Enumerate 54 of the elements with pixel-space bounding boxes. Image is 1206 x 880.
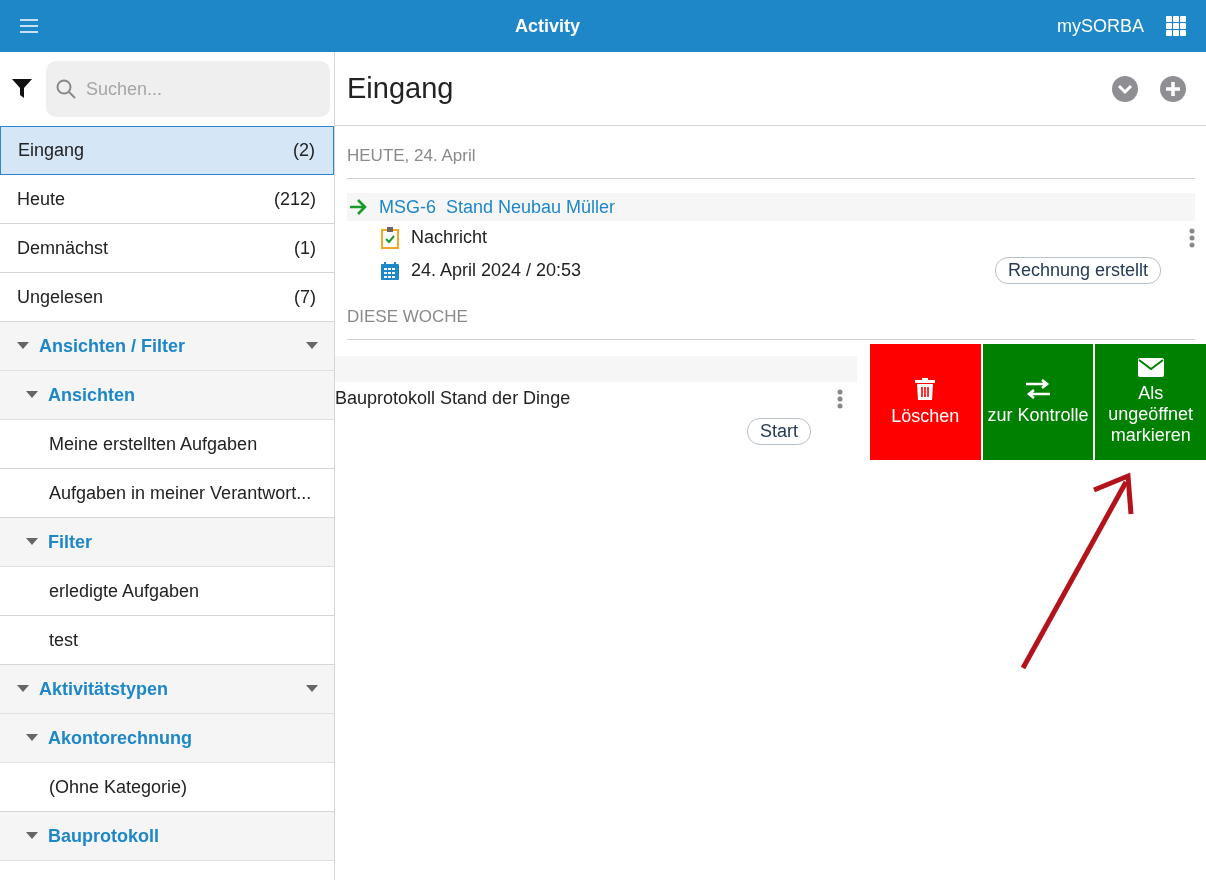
tree-group-header[interactable]: Akontorechnung — [0, 714, 334, 763]
calendar-icon — [381, 261, 399, 280]
caret-icon — [306, 685, 318, 693]
nav-label: Demnächst — [17, 237, 109, 259]
status-tag[interactable]: Rechnung erstellt — [994, 257, 1161, 284]
nav-count: (1) — [294, 237, 316, 259]
section-heading: DIESE WOCHE — [347, 287, 1195, 340]
swipe-action-button[interactable]: Als ungeöffnet markieren — [1095, 344, 1206, 460]
more-icon[interactable] — [837, 388, 843, 409]
section-heading: HEUTE, 24. April — [347, 126, 1195, 179]
chevron-down-icon[interactable] — [1112, 75, 1138, 102]
caret-icon — [26, 391, 38, 399]
tree-group-header[interactable]: Aktivitätstypen — [0, 665, 334, 714]
caret-icon — [26, 832, 38, 840]
app-title: Activity — [513, 15, 581, 37]
task-date: 24. April 2024 / 20:53 — [411, 260, 583, 281]
caret-icon — [306, 342, 318, 350]
tree-group-header[interactable]: Bauprotokoll — [0, 812, 334, 861]
search-field[interactable]: Suchen... — [46, 61, 330, 117]
nav-label: Ungelesen — [17, 286, 104, 308]
tree-group-header[interactable]: Ansichten / Filter — [0, 322, 334, 371]
menu-icon[interactable] — [20, 19, 38, 33]
filter-icon[interactable] — [12, 79, 32, 99]
clipboard-check-icon — [381, 226, 399, 249]
nav-label: Eingang — [18, 140, 85, 161]
task-type: Nachricht — [411, 227, 489, 248]
nav-item[interactable]: Eingang (2) — [0, 126, 334, 175]
start-tag[interactable]: Start — [747, 418, 811, 445]
swipe-action-button[interactable]: zur Kontrolle — [982, 344, 1094, 460]
search-icon — [56, 79, 76, 99]
caret-icon — [17, 342, 29, 350]
app-grid-icon[interactable] — [1166, 16, 1186, 36]
brand-name: mySORBA — [1057, 15, 1144, 37]
tree-item[interactable]: Meine erstellten Aufgaben — [0, 420, 334, 469]
search-input[interactable]: Suchen... — [84, 77, 320, 101]
caret-icon — [26, 538, 38, 546]
swap-arrows-icon — [1025, 378, 1051, 399]
envelope-icon — [1137, 358, 1164, 377]
tree-group-header[interactable]: Ansichten — [0, 371, 334, 420]
nav-count: (212) — [273, 188, 316, 210]
more-icon[interactable] — [1189, 227, 1195, 248]
caret-icon — [26, 734, 38, 742]
task-title: Bauprotokoll Stand der Dinge — [335, 388, 571, 409]
caret-icon — [17, 685, 29, 693]
add-icon[interactable] — [1160, 75, 1186, 102]
swipe-action-button[interactable]: Löschen — [870, 344, 981, 460]
trash-icon — [915, 377, 936, 400]
nav-count: (2) — [293, 140, 315, 161]
nav-count: (7) — [294, 286, 316, 308]
tree-item[interactable]: erledigte Aufgaben — [0, 567, 334, 616]
arrow-right-icon — [349, 199, 367, 215]
page-title: Eingang — [347, 72, 455, 105]
nav-label: Heute — [17, 188, 66, 210]
tree-group-header[interactable]: Filter — [0, 518, 334, 567]
